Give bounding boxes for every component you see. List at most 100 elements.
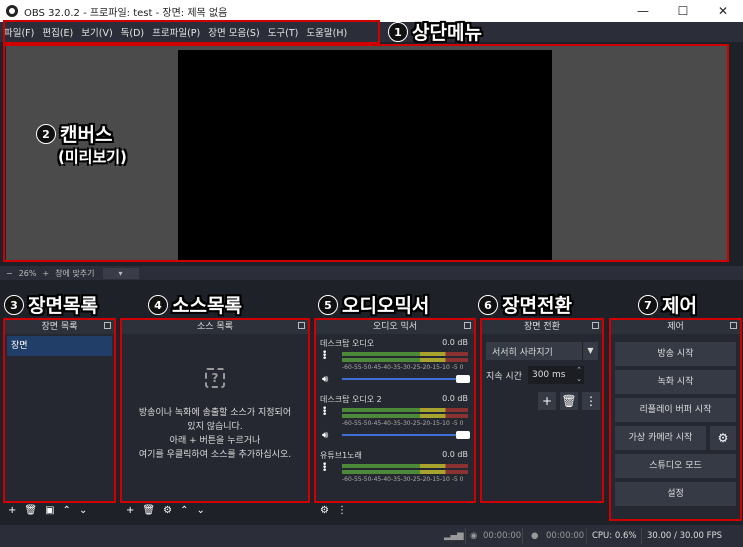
chevron-down-icon[interactable]: ⌄ [79,505,87,516]
menu-profile[interactable]: 프로파일(P) [148,25,204,39]
audio-mixer-dock: 오디오 믹서 데스크탑 오디오 0.0 dB • • • -60-55-50-45-… [314,318,476,503]
volume-slider[interactable] [342,378,460,380]
scene-transitions-dock: 장면 전환 서서히 사라지기 ▼ 지속 시간 300 ms ⌃ ⌄ + 🗑︎ ⋮ [480,318,604,503]
studio-mode-button[interactable]: 스튜디오 모드 [615,454,736,478]
empty-text-line: 있지 않습니다. [187,422,243,432]
menu-docks[interactable]: 독(D) [117,25,148,39]
divider [586,528,587,544]
duration-label: 지속 시간 [486,371,522,382]
menu-scene-collection[interactable]: 장면 모음(S) [204,25,263,39]
recording-time: 00:00:00 [483,531,522,541]
chevron-down-icon[interactable]: ▼ [582,342,598,360]
gear-icon[interactable]: ⚙ [710,426,736,450]
volume-meter [342,470,468,474]
menu-view[interactable]: 보기(V) [77,25,116,39]
chevron-down-icon[interactable]: ⌄ [196,505,204,516]
annotation-canvas: 2 캔버스 [36,120,112,147]
sources-dock: 소스 목록 ? 방송이나 녹화에 송출할 소스가 지정되어 있지 않습니다. 아… [120,318,310,503]
close-button[interactable]: ✕ [703,0,743,22]
annotation-sublabel: (미리보기) [58,148,127,166]
trash-icon[interactable]: 🗑︎ [24,505,37,516]
window-title: OBS 32.0.2 - 프로파일: test - 장면: 제목 없음 [24,7,228,19]
minimize-button[interactable]: — [623,0,663,22]
menu-bar: 파일(F) 편집(E) 보기(V) 독(D) 프로파일(P) 장면 모음(S) … [0,22,743,42]
sources-dock-title: 소스 목록 [122,320,308,334]
undock-icon[interactable] [592,322,599,329]
channel-menu-icon[interactable]: • • • [322,349,327,364]
spin-arrows-icon[interactable]: ⌃ ⌄ [576,366,582,384]
annotation-mixer: 5 오디오믹서 [318,291,429,318]
mixer-channel: 데스크탑 오디오 0.0 dB • • • -60-55-50-45-40-35-3… [320,334,470,390]
trash-icon[interactable]: 🗑︎ [142,505,155,516]
chevron-up-icon[interactable]: ⌃ [63,505,71,516]
channel-name: 데스크탑 오디오 [320,339,375,348]
zoom-bar: − 26% + 창에 맞추기 ▾ [0,266,743,280]
chevron-up-icon[interactable]: ⌃ [180,505,188,516]
start-streaming-button[interactable]: 방송 시작 [615,342,736,366]
mixer-channel: 유튜브1노래 0.0 dB • • • -60-55-50-45-40-35-30-… [320,446,470,501]
volume-meter [342,408,468,412]
annotation-menu: 1 상단메뉴 [388,18,482,45]
network-signal-icon: ▂▄▆ [444,531,464,541]
scenes-dock: 장면 목록 장면 [3,318,116,503]
menu-tools[interactable]: 도구(T) [264,25,303,39]
start-recording-button[interactable]: 녹화 시작 [615,370,736,394]
meter-scale: -60-55-50-45-40-35-30-25-20-15-10 -5 0 [342,476,464,483]
start-virtual-camera-button[interactable]: 가상 카메라 시작 [615,426,706,450]
add-transition-button[interactable]: + [538,392,556,410]
canvas-output-frame[interactable] [178,50,552,262]
scene-list-item[interactable]: 장면 [7,336,112,356]
volume-slider[interactable] [342,434,460,436]
annotation-scenes: 3 장면목록 [4,291,98,318]
filter-icon[interactable]: ▣ [45,505,54,516]
undock-icon[interactable] [730,322,737,329]
start-replay-buffer-button[interactable]: 리플레이 버퍼 시작 [615,398,736,422]
annotation-controls: 7 제어 [638,291,697,318]
volume-slider-handle[interactable] [456,431,470,439]
zoom-out-button[interactable]: − [6,269,13,278]
obs-logo-icon [6,5,18,17]
volume-meter [342,352,468,356]
add-icon[interactable]: + [126,505,134,516]
annotation-label: 제어 [662,295,697,317]
transition-type-select[interactable]: 서서히 사라지기 ▼ [486,342,598,360]
speaker-icon[interactable]: 🔊︎ [322,374,328,385]
undock-icon[interactable] [104,322,111,329]
question-icon: ? [205,368,225,388]
channel-menu-icon[interactable]: • • • [322,461,327,476]
menu-file[interactable]: 파일(F) [0,25,38,39]
scenes-toolbar: + 🗑︎ ▣ ⌃ ⌄ [8,503,87,517]
annotation-sources: 4 소스목록 [148,291,242,318]
menu-help[interactable]: 도움말(H) [302,25,351,39]
settings-button[interactable]: 설정 [615,482,736,506]
annotation-number: 4 [148,294,168,315]
sources-dock-title-text: 소스 목록 [197,322,233,332]
channel-db: 0.0 dB [442,394,468,403]
trash-icon[interactable]: 🗑︎ [560,392,578,410]
recording-icon: ◉ [470,531,478,541]
empty-text-line: 아래 + 버튼을 누르거나 [169,436,261,446]
add-icon[interactable]: + [8,505,16,516]
more-options-icon[interactable]: ⋮ [582,392,600,410]
gear-icon[interactable]: ⚙ [320,505,329,516]
channel-name: 데스크탑 오디오 2 [320,395,382,404]
channel-menu-icon[interactable]: • • • [322,405,327,420]
sources-empty-state[interactable]: ? 방송이나 녹화에 송출할 소스가 지정되어 있지 않습니다. 아래 + 버튼… [122,334,308,462]
mixer-channel: 데스크탑 오디오 2 0.0 dB • • • -60-55-50-45-40-35… [320,390,470,446]
volume-slider-handle[interactable] [456,375,470,383]
undock-icon[interactable] [464,322,471,329]
zoom-dropdown[interactable]: ▾ [102,267,139,279]
zoom-fit-label[interactable]: 창에 맞추기 [55,268,94,279]
gear-icon[interactable]: ⚙ [163,505,172,516]
menu-edit[interactable]: 편집(E) [38,25,77,39]
undock-icon[interactable] [298,322,305,329]
controls-dock-title-text: 제어 [667,322,684,332]
annotation-label: 오디오믹서 [342,295,430,317]
maximize-button[interactable]: ☐ [663,0,703,22]
speaker-icon[interactable]: 🔊︎ [322,430,328,441]
duration-spinbox[interactable]: 300 ms ⌃ ⌄ [527,366,584,384]
more-options-icon[interactable]: ⋮ [337,505,347,516]
zoom-in-button[interactable]: + [42,269,49,278]
volume-meter [342,464,468,468]
annotation-label: 상단메뉴 [412,22,482,44]
